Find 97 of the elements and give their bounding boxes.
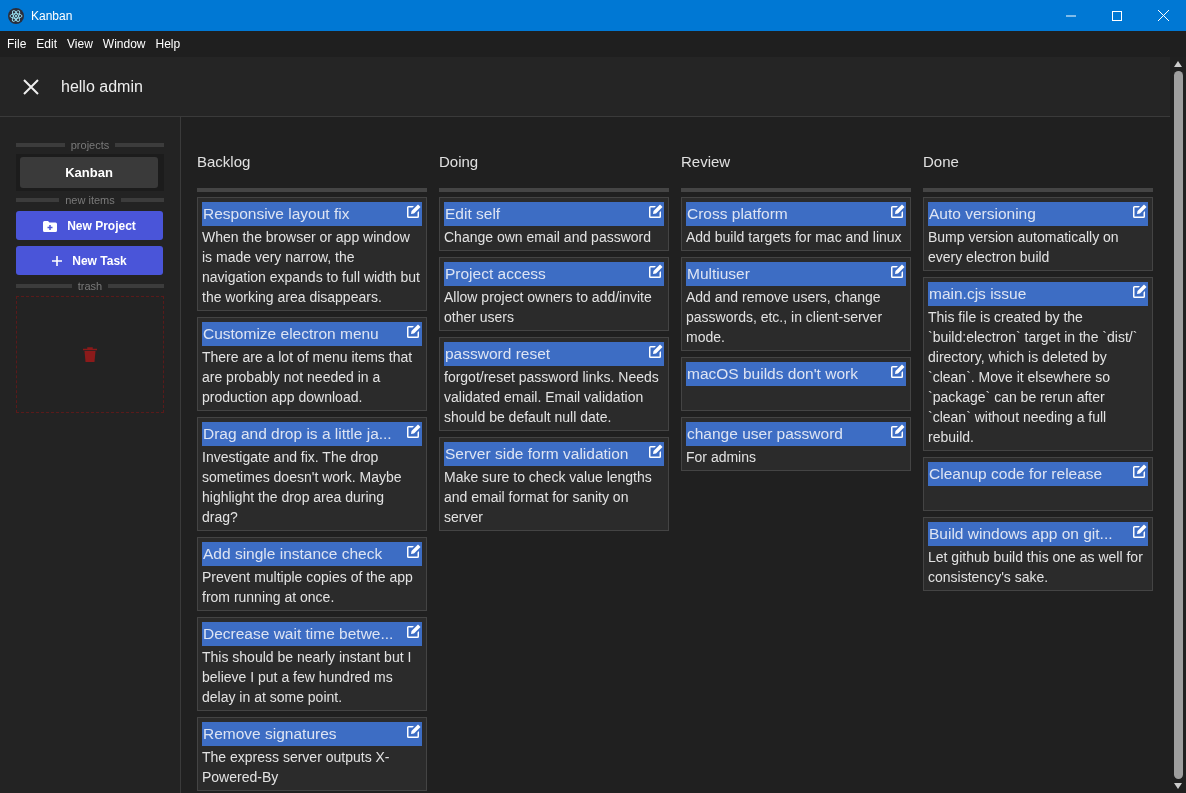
card-description: Let github build this one as well for consistency's sake. xyxy=(928,548,1144,587)
section-label: new items xyxy=(65,194,115,206)
task-card[interactable]: Decrease wait time betwe... This should be nearly instant but I believe I put a few hundred ms delay in at some point. xyxy=(197,617,427,711)
card-title: Server side form validation xyxy=(445,445,629,463)
task-card[interactable]: Drag and drop is a little ja... Investigate and fix. The drop sometimes doesn't work. Maybe highlight the drop area during drag? xyxy=(197,417,427,531)
card-description: This should be nearly instant but I believe I put a few hundred ms delay in at some point. xyxy=(202,648,413,707)
card-title: password reset xyxy=(445,345,551,363)
card-title: Project access xyxy=(445,265,546,283)
card-title: Build windows app on git... xyxy=(929,525,1113,543)
card-description: The express server outputs X-Powered-By xyxy=(202,748,391,787)
menu-item[interactable]: Edit xyxy=(36,37,58,51)
card-description: This file is created by the `build:electron` target in the `dist/` directory, which is deleted by `clean`. Move it elsewhere so `package` can be rerun after `clean` without needing a full rebuild. xyxy=(928,308,1139,447)
greeting-text: hello admin xyxy=(61,77,143,96)
card-description: Bump version automatically on every electron build xyxy=(928,228,1120,267)
edit-icon[interactable] xyxy=(1132,204,1147,219)
edit-icon[interactable] xyxy=(406,544,421,559)
column-title: Backlog xyxy=(197,152,252,172)
section-label: projects xyxy=(70,139,110,151)
task-card[interactable]: Cleanup code for release xyxy=(923,457,1153,511)
new-item-button[interactable]: New Project xyxy=(16,211,163,240)
task-card[interactable]: change user password For admins xyxy=(681,417,911,471)
edit-icon[interactable] xyxy=(648,264,663,279)
menu-item[interactable]: View xyxy=(67,37,93,51)
close-icon[interactable] xyxy=(23,78,39,95)
task-card[interactable]: Build windows app on git... Let github build this one as well for consistency's sake. xyxy=(923,517,1153,591)
card-description: When the browser or app window is made very narrow, the navigation expands to full width but the working area disappears. xyxy=(202,228,421,307)
task-card[interactable]: Customize electron menu There are a lot of menu items that are probably not needed in a production app download. xyxy=(197,317,427,411)
task-card[interactable]: Add single instance check Prevent multiple copies of the app from running at once. xyxy=(197,537,427,611)
column-title: Doing xyxy=(439,152,480,172)
card-description: forgot/reset password links. Needs validated email. Email validation should be default null date. xyxy=(444,368,660,427)
edit-icon[interactable] xyxy=(648,204,663,219)
edit-icon[interactable] xyxy=(890,264,905,279)
card-description: There are a lot of menu items that are probably not needed in a production app download. xyxy=(202,348,414,407)
card-title: change user password xyxy=(687,425,843,443)
edit-icon[interactable] xyxy=(890,204,905,219)
card-title: Edit self xyxy=(445,205,501,223)
column-title: Review xyxy=(681,152,732,172)
edit-icon[interactable] xyxy=(406,724,421,739)
task-card[interactable]: Project access Allow project owners to add/invite other users xyxy=(439,257,669,331)
task-card[interactable]: macOS builds don't work xyxy=(681,357,911,411)
plus-icon xyxy=(52,255,63,266)
edit-icon[interactable] xyxy=(890,364,905,379)
card-description: Change own email and password xyxy=(444,228,652,247)
card-title: Multiuser xyxy=(687,265,750,283)
card-title: macOS builds don't work xyxy=(687,365,858,383)
card-title: Customize electron menu xyxy=(203,325,379,343)
menu-item[interactable]: File xyxy=(7,37,27,51)
folder-plus-icon xyxy=(43,219,58,232)
trash-icon xyxy=(83,347,97,362)
column-title: Done xyxy=(923,152,960,172)
task-card[interactable]: Edit self Change own email and password xyxy=(439,197,669,251)
down-arrow-icon[interactable] xyxy=(1174,783,1182,789)
card-description: Investigate and fix. The drop sometimes doesn't work. Maybe highlight the drop area during drag? xyxy=(202,448,403,527)
card-title: main.cjs issue xyxy=(929,285,1027,303)
menu-item[interactable]: Help xyxy=(155,37,181,51)
edit-icon[interactable] xyxy=(1132,284,1147,299)
task-card[interactable]: Remove signatures The express server outputs X-Powered-By xyxy=(197,717,427,791)
edit-icon[interactable] xyxy=(1132,464,1147,479)
close-icon xyxy=(1157,10,1169,21)
edit-icon[interactable] xyxy=(648,444,663,459)
card-description: Add and remove users, change passwords, etc., in client-server mode. xyxy=(686,288,884,347)
task-card[interactable]: Cross platform Add build targets for mac and linux xyxy=(681,197,911,251)
edit-icon[interactable] xyxy=(406,624,421,639)
card-title: Cross platform xyxy=(687,205,788,223)
task-card[interactable] xyxy=(923,277,1153,451)
task-card[interactable]: Server side form validation Make sure to check value lengths and email format for sanity on server xyxy=(439,437,669,531)
edit-icon[interactable] xyxy=(890,424,905,439)
scrollbar-thumb[interactable] xyxy=(1173,71,1183,779)
menu-item[interactable]: Window xyxy=(102,37,146,51)
maximize-icon xyxy=(1112,10,1122,21)
card-description: For admins xyxy=(686,448,758,467)
card-description: Prevent multiple copies of the app from running at once. xyxy=(202,568,414,607)
task-card[interactable]: Multiuser Add and remove users, change passwords, etc., in client-server mode. xyxy=(681,257,911,351)
window-title: Kanban xyxy=(31,8,73,23)
task-card[interactable]: Auto versioning Bump version automatically on every electron build xyxy=(923,197,1153,271)
card-title: Auto versioning xyxy=(929,205,1036,223)
project-button[interactable]: Kanban xyxy=(20,157,158,188)
edit-icon[interactable] xyxy=(406,424,421,439)
up-arrow-icon[interactable] xyxy=(1174,61,1182,67)
card-title: Cleanup code for release xyxy=(929,465,1103,483)
card-title: Add single instance check xyxy=(203,545,383,563)
section-label: trash xyxy=(77,280,103,292)
new-item-button[interactable]: New Task xyxy=(16,246,163,275)
card-description: Allow project owners to add/invite other users xyxy=(444,288,653,327)
card-title: Responsive layout fix xyxy=(203,205,350,223)
card-title: Decrease wait time betwe... xyxy=(203,625,394,643)
edit-icon[interactable] xyxy=(648,344,663,359)
edit-icon[interactable] xyxy=(406,324,421,339)
card-title: Remove signatures xyxy=(203,725,337,743)
card-description: Make sure to check value lengths and email format for sanity on server xyxy=(444,468,653,527)
edit-icon[interactable] xyxy=(406,204,421,219)
atom-icon xyxy=(8,7,24,24)
task-card[interactable]: password reset forgot/reset password links. Needs validated email. Email validation should be default null date. xyxy=(439,337,669,431)
card-title: Drag and drop is a little ja... xyxy=(203,425,392,443)
edit-icon[interactable] xyxy=(1132,524,1147,539)
card-description: Add build targets for mac and linux xyxy=(686,228,903,247)
task-card[interactable]: Responsive layout fix When the browser or app window is made very narrow, the navigation expands to full width but the working area disappears. xyxy=(197,197,427,311)
